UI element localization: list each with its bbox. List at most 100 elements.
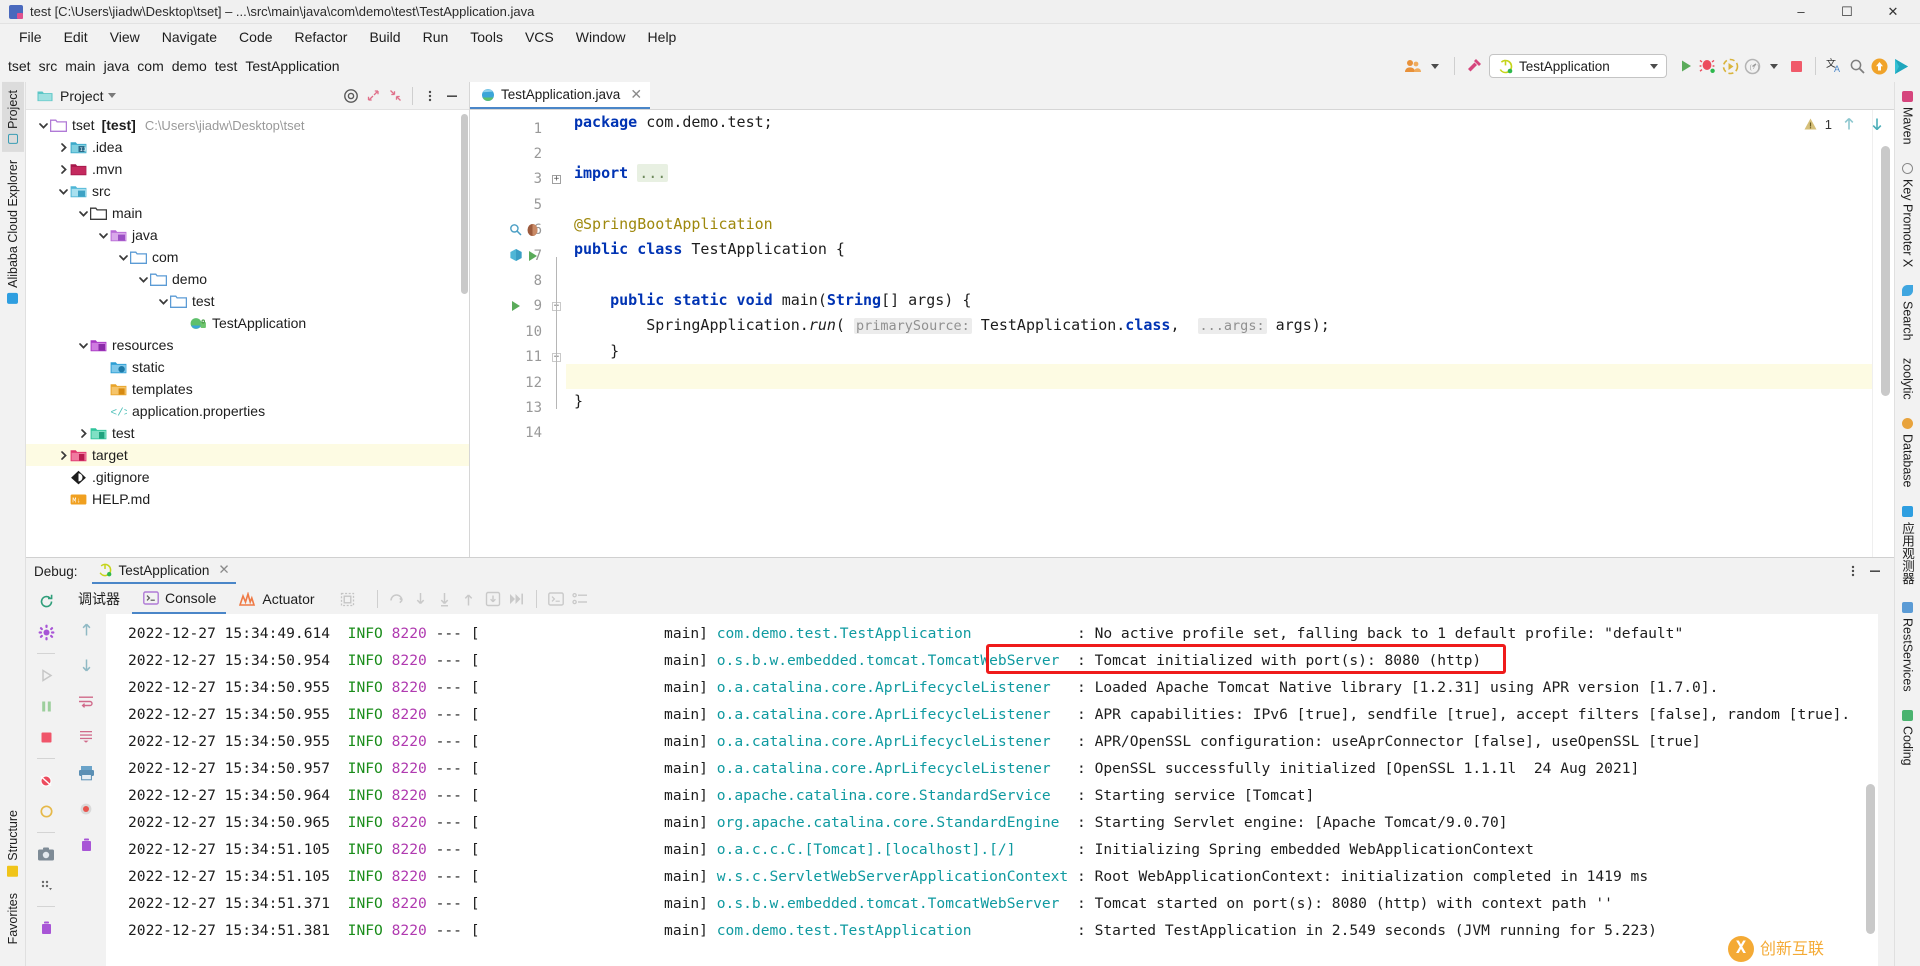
editor-fold-column[interactable]: +−− <box>548 110 566 557</box>
stop-icon[interactable] <box>1785 55 1807 77</box>
chevron-down-icon[interactable] <box>136 272 150 286</box>
step-out-icon[interactable] <box>458 588 480 610</box>
run-to-cursor-icon[interactable] <box>506 588 528 610</box>
code-line[interactable]: @SpringBootApplication <box>574 212 1872 237</box>
expand-all-icon[interactable] <box>362 85 384 107</box>
sidebar-item-alibaba-cloud-explorer[interactable]: Alibaba Cloud Explorer <box>2 152 24 312</box>
scroll-down-icon[interactable] <box>75 654 97 676</box>
breadcrumb-item-tset[interactable]: tset <box>8 56 39 76</box>
resume-icon[interactable] <box>35 664 57 686</box>
tab-debugger[interactable]: 调试器 <box>68 584 130 614</box>
chevron-down-icon[interactable] <box>76 206 90 220</box>
run-configuration-selector[interactable]: TestApplication <box>1489 54 1667 78</box>
code-content[interactable]: package com.demo.test; import ... @Sprin… <box>566 110 1872 557</box>
tree-node--gitignore[interactable]: .gitignore <box>26 466 469 488</box>
code-line[interactable] <box>566 363 1872 390</box>
scroll-up-icon[interactable] <box>75 618 97 640</box>
tab-console[interactable]: Console <box>132 584 227 614</box>
view-breakpoints-icon[interactable] <box>35 800 57 822</box>
editor-scrollbar-thumb[interactable] <box>1881 146 1890 396</box>
inspect-search-icon[interactable] <box>508 223 523 236</box>
gutter-markers[interactable] <box>508 248 540 263</box>
hide-icon[interactable] <box>1864 560 1886 582</box>
chevron-down-icon[interactable] <box>1424 55 1446 77</box>
menu-build[interactable]: Build <box>358 26 411 48</box>
tree-node-java[interactable]: java <box>26 224 469 246</box>
editor-scrollbar-track[interactable] <box>1872 110 1894 557</box>
layout-icon[interactable] <box>337 588 359 610</box>
project-tree-scrollbar[interactable] <box>461 114 468 294</box>
code-editor[interactable]: 123567891011121314 +−− package com.demo.… <box>470 110 1894 557</box>
breadcrumb-item-main[interactable]: main <box>65 56 103 76</box>
sidebar-item-coding[interactable]: Coding <box>1897 701 1919 775</box>
breadcrumb-item-src[interactable]: src <box>39 56 66 76</box>
close-icon[interactable]: ✕ <box>630 86 642 103</box>
breadcrumb-item-testapplication[interactable]: TestApplication <box>245 56 347 76</box>
code-line[interactable]: public class TestApplication { <box>574 237 1872 262</box>
run-gutter-icon[interactable] <box>508 299 523 313</box>
minimize-button[interactable]: – <box>1778 0 1824 24</box>
tree-node-static[interactable]: static <box>26 356 469 378</box>
tree-node-main[interactable]: main <box>26 202 469 224</box>
code-line[interactable] <box>574 415 1872 440</box>
tree-node-testapplication[interactable]: TestApplication <box>26 312 469 334</box>
menu-run[interactable]: Run <box>412 26 460 48</box>
more-options-icon[interactable] <box>1842 560 1864 582</box>
drop-frame-icon[interactable] <box>482 588 504 610</box>
build-hammer-icon[interactable] <box>1463 55 1485 77</box>
print-icon[interactable] <box>75 762 97 784</box>
run-coverage-icon[interactable] <box>1719 55 1741 77</box>
settings-list-icon[interactable] <box>569 588 591 610</box>
chevron-down-icon[interactable] <box>96 228 110 242</box>
code-line[interactable] <box>574 135 1872 160</box>
menu-file[interactable]: File <box>8 26 53 48</box>
breadcrumb-item-demo[interactable]: demo <box>172 56 215 76</box>
menu-navigate[interactable]: Navigate <box>151 26 228 48</box>
run-gutter-icon[interactable] <box>525 249 540 263</box>
sidebar-item-structure[interactable]: Structure <box>2 802 24 885</box>
breadcrumb-item-com[interactable]: com <box>137 56 171 76</box>
bean-icon[interactable] <box>525 223 540 237</box>
previous-problem-icon[interactable] <box>1838 113 1860 135</box>
mute-breakpoints-icon[interactable] <box>35 769 57 791</box>
chevron-down-icon[interactable] <box>156 294 170 308</box>
sidebar-item-project[interactable]: Project <box>1 82 24 152</box>
menu-vcs[interactable]: VCS <box>514 26 565 48</box>
collapse-all-icon[interactable] <box>384 85 406 107</box>
tree-node-help-md[interactable]: M↓ HELP.md <box>26 488 469 510</box>
menu-tools[interactable]: Tools <box>459 26 514 48</box>
chevron-down-icon[interactable] <box>56 184 70 198</box>
sidebar-item-database[interactable]: Database <box>1897 409 1919 497</box>
step-over-icon[interactable] <box>386 588 408 610</box>
debug-session-tab[interactable]: TestApplication ✕ <box>91 558 236 584</box>
trash-icon[interactable] <box>35 917 57 939</box>
code-line[interactable] <box>574 186 1872 211</box>
code-line[interactable]: } <box>574 339 1872 364</box>
chevron-down-icon[interactable] <box>1650 63 1658 69</box>
rerun-icon[interactable] <box>35 590 57 612</box>
menu-window[interactable]: Window <box>565 26 637 48</box>
console-log[interactable]: X 创新互联 2022-12-27 15:34:49.614 INFO 8220… <box>106 614 1878 966</box>
force-step-into-icon[interactable] <box>434 588 456 610</box>
gutter-markers[interactable] <box>508 299 523 313</box>
more-options-icon[interactable] <box>419 85 441 107</box>
record-icon[interactable] <box>75 798 97 820</box>
project-tree[interactable]: tset [test] C:\Users\jiadw\Desktop\tset IJ.… <box>26 110 469 557</box>
code-line[interactable]: package com.demo.test; <box>574 110 1872 135</box>
chevron-down-icon[interactable] <box>36 118 50 132</box>
evaluate-expression-icon[interactable] <box>545 588 567 610</box>
editor-gutter[interactable]: 1 2 3 5 6 7 8 9 10 11 12 13 14 <box>470 110 548 557</box>
settings-icon[interactable] <box>35 621 57 643</box>
close-icon[interactable]: ✕ <box>218 562 229 578</box>
update-icon[interactable] <box>1868 55 1890 77</box>
maximize-button[interactable]: ☐ <box>1824 0 1870 24</box>
translate-icon[interactable]: 文A <box>1824 55 1846 77</box>
menu-view[interactable]: View <box>99 26 151 48</box>
tab-actuator[interactable]: Actuator <box>228 584 324 614</box>
code-line[interactable]: SpringApplication.run( primarySource: Te… <box>574 313 1872 338</box>
clear-icon[interactable] <box>75 834 97 856</box>
sidebar-item-zoolytic[interactable]: zoolytic <box>1897 349 1919 409</box>
chevron-right-icon[interactable] <box>56 448 70 462</box>
soft-wrap-icon[interactable] <box>75 690 97 712</box>
console-scrollbar-thumb[interactable] <box>1866 784 1875 934</box>
